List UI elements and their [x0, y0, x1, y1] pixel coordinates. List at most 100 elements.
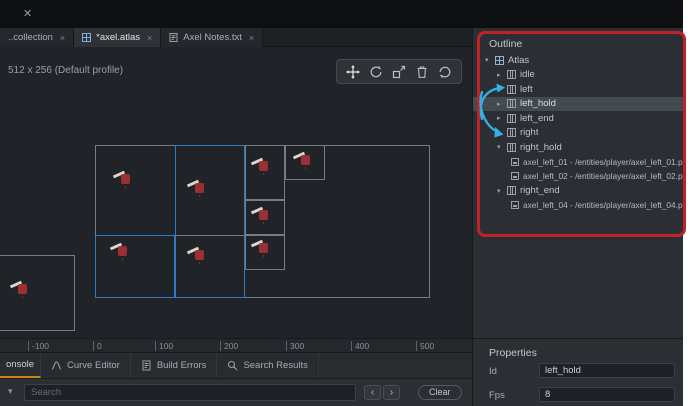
- atlas-icon: [495, 56, 504, 65]
- outline-item-label: right_hold: [520, 142, 562, 153]
- properties-title: Properties: [489, 347, 537, 359]
- tab-label: ..collection: [8, 32, 53, 43]
- atlas-cell[interactable]: [95, 235, 175, 298]
- sprite-thumbnail: [251, 238, 273, 258]
- tab-label: Curve Editor: [67, 360, 120, 371]
- outline-item-axel-left-01[interactable]: axel_left_01 - /entities/player/axel_lef…: [473, 155, 683, 170]
- animation-icon: [507, 143, 516, 152]
- clear-button[interactable]: Clear: [418, 385, 462, 400]
- next-match-button[interactable]: ›: [383, 385, 400, 400]
- outline-item-label: left_hold: [520, 98, 556, 109]
- sprite-thumbnail: [251, 205, 273, 225]
- tab-close-icon[interactable]: ×: [147, 33, 152, 43]
- animation-icon: [507, 128, 516, 137]
- image-icon: [511, 201, 519, 209]
- id-label: Id: [489, 366, 497, 377]
- tab-curve-editor[interactable]: Curve Editor: [41, 353, 131, 378]
- expander-icon[interactable]: ▾: [497, 143, 507, 151]
- ruler-tick: 0: [93, 341, 102, 351]
- delete-tool-button[interactable]: [413, 63, 431, 81]
- expander-icon[interactable]: ▸: [497, 100, 507, 108]
- outline-item-atlas[interactable]: ▾ Atlas: [473, 53, 683, 68]
- outline-item-idle[interactable]: ▸ idle: [473, 68, 683, 83]
- reload-tool-button[interactable]: [436, 63, 454, 81]
- expander-icon[interactable]: ▸: [497, 71, 507, 79]
- build-errors-icon: [141, 360, 152, 371]
- sprite-thumbnail: [187, 178, 209, 198]
- tab-close-icon[interactable]: ×: [249, 33, 254, 43]
- outline-item-label: idle: [520, 69, 535, 80]
- outline-item-right-hold[interactable]: ▾ right_hold: [473, 140, 683, 155]
- outline-tree: ▾ Atlas ▸ idle ▸ left ▸ left_hol: [473, 53, 683, 213]
- outline-item-left[interactable]: ▸ left: [473, 82, 683, 97]
- ruler-tick: -100: [28, 341, 49, 351]
- atlas-canvas[interactable]: 512 x 256 (Default profile): [0, 47, 472, 338]
- curve-icon: [51, 360, 62, 371]
- outline-item-left-hold[interactable]: ▸ left_hold: [473, 97, 683, 112]
- expander-icon[interactable]: ▾: [497, 187, 507, 195]
- id-field[interactable]: [539, 363, 675, 378]
- outline-item-axel-left-02[interactable]: axel_left_02 - /entities/player/axel_lef…: [473, 169, 683, 184]
- tab-axel-atlas[interactable]: *axel.atlas ×: [74, 28, 161, 47]
- canvas-toolbar: [336, 59, 462, 84]
- tab-collection[interactable]: ..collection ×: [0, 28, 74, 47]
- outline-item-label: right: [520, 127, 538, 138]
- outline-item-label: left: [520, 84, 533, 95]
- properties-panel: Properties Id Fps: [472, 338, 683, 406]
- image-icon: [511, 158, 519, 166]
- editor-tab-bar: ..collection × *axel.atlas × Axel Notes.…: [0, 28, 472, 47]
- outline-item-label: axel_left_02 - /entities/player/axel_lef…: [523, 171, 683, 181]
- expander-icon[interactable]: ▸: [497, 129, 507, 137]
- animation-icon: [507, 99, 516, 108]
- ruler-tick: 500: [416, 341, 434, 351]
- outline-item-label: left_end: [520, 113, 554, 124]
- atlas-grid-line: [176, 235, 244, 236]
- sprite-thumbnail: [187, 245, 209, 265]
- ruler-tick: 100: [155, 341, 173, 351]
- animation-icon: [507, 70, 516, 79]
- expander-icon[interactable]: ▸: [497, 85, 507, 93]
- close-icon[interactable]: ✕: [23, 7, 32, 20]
- tab-build-errors[interactable]: Build Errors: [131, 353, 218, 378]
- atlas-cell[interactable]: [175, 145, 245, 298]
- tab-label: Search Results: [243, 360, 307, 371]
- image-icon: [511, 172, 519, 180]
- text-file-icon: [169, 33, 178, 42]
- scale-tool-button[interactable]: [390, 63, 408, 81]
- ruler-tick: 300: [286, 341, 304, 351]
- animation-icon: [507, 85, 516, 94]
- outline-item-left-end[interactable]: ▸ left_end: [473, 111, 683, 126]
- move-tool-button[interactable]: [344, 63, 362, 81]
- outline-panel-title: Outline: [489, 38, 522, 50]
- outline-item-axel-left-04[interactable]: axel_left_04 - /entities/player/axel_lef…: [473, 198, 683, 213]
- tab-label: Axel Notes.txt: [183, 32, 242, 43]
- horizontal-ruler: -100 0 100 200 300 400 500: [0, 338, 472, 352]
- tab-close-icon[interactable]: ×: [60, 33, 65, 43]
- tab-axel-notes[interactable]: Axel Notes.txt ×: [161, 28, 263, 47]
- fps-field[interactable]: [539, 387, 675, 402]
- outline-panel: Outline ▾ Atlas ▸ idle ▸ left: [472, 28, 683, 338]
- prev-match-button[interactable]: ‹: [364, 385, 381, 400]
- outline-item-right[interactable]: ▸ right: [473, 126, 683, 141]
- expander-icon[interactable]: ▸: [497, 114, 507, 122]
- expander-icon[interactable]: ▾: [485, 56, 495, 64]
- ruler-tick: 200: [220, 341, 238, 351]
- tab-search-results[interactable]: Search Results: [217, 353, 318, 378]
- tab-label: Build Errors: [157, 360, 207, 371]
- chevron-down-icon[interactable]: ▾: [8, 386, 13, 397]
- tab-console[interactable]: onsole: [0, 353, 41, 378]
- outline-item-label: Atlas: [508, 55, 529, 66]
- rotate-tool-button[interactable]: [367, 63, 385, 81]
- sprite-thumbnail: [110, 241, 132, 261]
- sprite-thumbnail: [251, 156, 273, 176]
- outline-item-label: right_end: [520, 185, 560, 196]
- animation-icon: [507, 114, 516, 123]
- atlas-size-label: 512 x 256 (Default profile): [8, 65, 123, 76]
- bottom-tab-bar: onsole Curve Editor Build Errors Search …: [0, 352, 472, 378]
- outline-item-right-end[interactable]: ▾ right_end: [473, 184, 683, 199]
- search-input[interactable]: [24, 384, 356, 401]
- console-filter-bar: ▾ ‹ › Clear: [0, 378, 472, 406]
- tab-label: onsole: [6, 359, 34, 370]
- search-icon: [227, 360, 238, 371]
- animation-icon: [507, 186, 516, 195]
